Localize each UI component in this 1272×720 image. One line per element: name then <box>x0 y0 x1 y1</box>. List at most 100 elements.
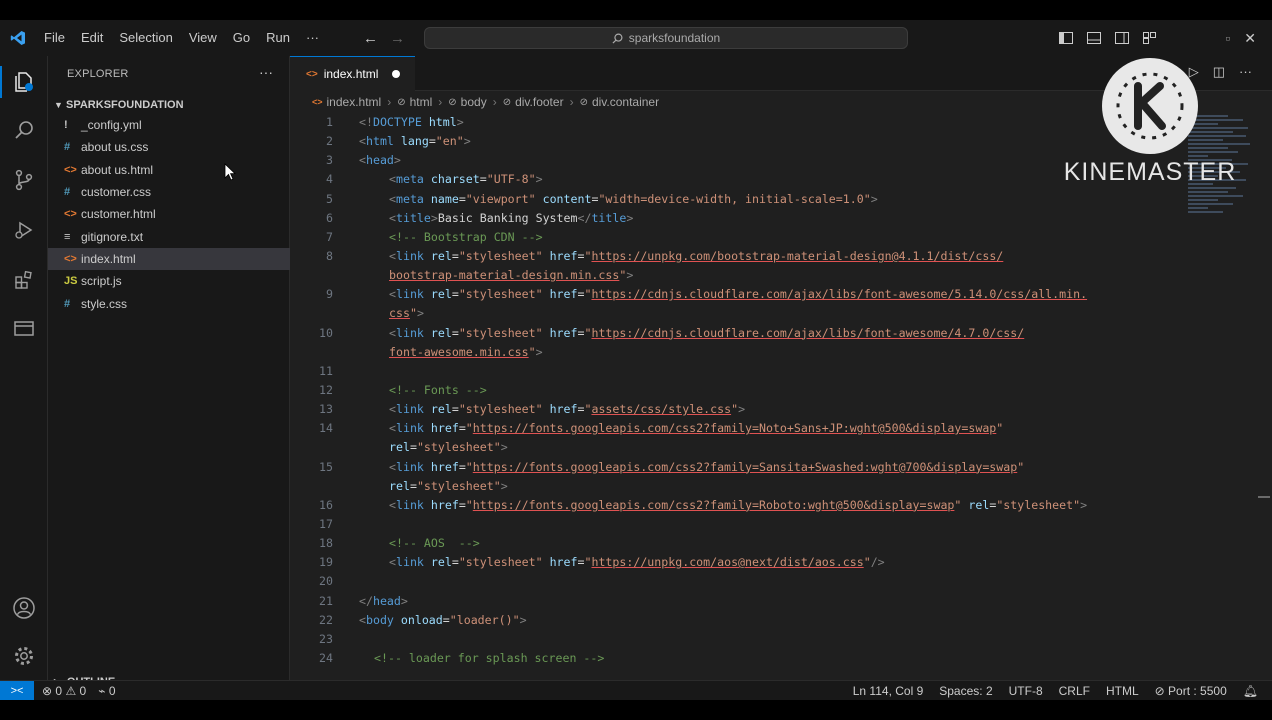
code-line[interactable]: 8 <link rel="stylesheet" href="https://un… <box>290 247 1190 266</box>
remote-indicator-icon[interactable]: >< <box>0 680 34 700</box>
problems-indicator[interactable]: ⊗ 0 ⚠ 0 <box>42 684 86 698</box>
run-debug-icon[interactable] <box>10 216 38 244</box>
toggle-secondary-sidebar-icon[interactable] <box>1115 32 1130 44</box>
breadcrumb-file[interactable]: index.html <box>327 95 382 109</box>
file-item[interactable]: ≡ gitignore.txt <box>48 225 290 247</box>
accounts-icon[interactable] <box>10 594 38 622</box>
code-token[interactable]: https://fonts.googleapis.com/css2?family… <box>473 498 955 512</box>
file-item[interactable]: # customer.css <box>48 181 290 203</box>
code-line[interactable]: 13 <link rel="stylesheet" href="assets/cs… <box>290 400 1190 419</box>
file-item[interactable]: <> index.html <box>48 247 290 271</box>
ports-indicator[interactable]: ⌁ 0 <box>98 684 115 698</box>
live-server-port[interactable]: ⊘ Port : 5500 <box>1155 684 1227 698</box>
file-item[interactable]: # style.css <box>48 292 290 314</box>
scrollbar-marker[interactable] <box>1258 496 1270 498</box>
code-token[interactable]: assets/css/style.css <box>591 402 731 416</box>
menu-run[interactable]: Run <box>258 20 298 56</box>
explorer-icon[interactable] <box>0 66 38 98</box>
end-of-line[interactable]: CRLF <box>1059 684 1090 698</box>
menu-selection[interactable]: Selection <box>111 20 180 56</box>
breadcrumb-html[interactable]: html <box>410 95 433 109</box>
code-line[interactable]: 15 <link href="https://fonts.googleapis.c… <box>290 458 1190 477</box>
unsaved-dot-icon[interactable] <box>392 70 401 78</box>
code-line[interactable]: 3 <head> <box>290 151 1190 170</box>
menu-view[interactable]: View <box>181 20 225 56</box>
file-item[interactable]: ! _config.yml <box>48 114 290 136</box>
indentation[interactable]: Spaces: 2 <box>939 684 992 698</box>
code-line[interactable]: 16 <link href="https://fonts.googleapis.c… <box>290 496 1190 515</box>
code-line[interactable]: 21 </head> <box>290 592 1190 611</box>
code-token[interactable]: https://fonts.googleapis.com/css2?family… <box>473 460 1017 474</box>
toggle-sidebar-icon[interactable] <box>1059 32 1074 44</box>
code-line[interactable]: 23 <box>290 630 1190 649</box>
code-line[interactable]: bootstrap-material-design.min.css"> <box>290 266 1190 285</box>
breadcrumb-div-container[interactable]: div.container <box>592 95 659 109</box>
source-control-icon[interactable] <box>10 166 38 194</box>
search-icon[interactable] <box>10 116 38 144</box>
code-line[interactable]: 22 <body onload="loader()"> <box>290 611 1190 630</box>
code-token[interactable]: https://unpkg.com/bootstrap-material-des… <box>591 249 1003 263</box>
code-text: <meta charset="UTF-8"> <box>389 170 543 189</box>
toggle-panel-icon[interactable] <box>1087 32 1102 44</box>
menu-file[interactable]: File <box>36 20 73 56</box>
restore-button[interactable]: ▫ <box>1225 30 1230 46</box>
file-item[interactable]: <> customer.html <box>48 203 290 225</box>
forward-arrow-icon[interactable]: → <box>390 30 405 47</box>
menu-more[interactable]: ··· <box>298 20 327 56</box>
code-line[interactable]: 14 <link href="https://fonts.googleapis.c… <box>290 419 1190 438</box>
back-arrow-icon[interactable]: ← <box>363 30 378 47</box>
warning-icon: ⚠ <box>65 683 77 698</box>
code-token[interactable]: bootstrap-material-design.min.css <box>389 268 619 282</box>
code-line[interactable]: 18 <!-- AOS --> <box>290 534 1190 553</box>
code-line[interactable]: css"> <box>290 304 1190 323</box>
code-editor[interactable]: 1 <!DOCTYPE html> 2 <html lang="en"> 3 <head>… <box>290 113 1190 680</box>
code-line[interactable]: 9 <link rel="stylesheet" href="https://cd… <box>290 285 1190 304</box>
tab-index-html[interactable]: <> index.html <box>290 56 415 91</box>
code-token[interactable]: css <box>389 306 410 320</box>
close-window-icon[interactable]: ✕ <box>1244 30 1256 47</box>
code-token: Basic Banking System <box>437 210 578 225</box>
code-line[interactable]: font-awesome.min.css"> <box>290 343 1190 362</box>
code-token[interactable]: https://cdnjs.cloudflare.com/ajax/libs/f… <box>591 326 1024 340</box>
cursor-position[interactable]: Ln 114, Col 9 <box>853 684 924 698</box>
code-line[interactable]: 7 <!-- Bootstrap CDN --> <box>290 228 1190 247</box>
breadcrumb-div-footer[interactable]: div.footer <box>515 95 563 109</box>
code-line[interactable]: 4 <meta charset="UTF-8"> <box>290 170 1190 189</box>
code-line[interactable]: 17 <box>290 515 1190 534</box>
explorer-more-actions[interactable]: ··· <box>259 64 273 80</box>
code-token: href <box>549 287 578 302</box>
code-token[interactable]: https://cdnjs.cloudflare.com/ajax/libs/f… <box>591 287 1087 301</box>
workspace-folder[interactable]: ▼ SPARKSFOUNDATION <box>54 94 289 116</box>
notifications-bell-icon[interactable]: 🔔︎ <box>1243 684 1258 698</box>
manage-gear-icon[interactable] <box>10 642 38 670</box>
code-line[interactable]: 24 <!-- loader for splash screen --> <box>290 649 1190 668</box>
menu-go[interactable]: Go <box>225 20 258 56</box>
code-line[interactable]: 19 <link rel="stylesheet" href="https://u… <box>290 553 1190 572</box>
breadcrumb-body[interactable]: body <box>461 95 487 109</box>
code-line[interactable]: 5 <meta name="viewport" content="width=de… <box>290 190 1190 209</box>
code-line[interactable]: 10 <link rel="stylesheet" href="https://c… <box>290 324 1190 343</box>
menu-edit[interactable]: Edit <box>73 20 111 56</box>
file-item[interactable]: # about us.css <box>48 136 290 158</box>
extensions-icon[interactable] <box>10 266 38 294</box>
code-line[interactable]: 1 <!DOCTYPE html> <box>290 113 1190 132</box>
language-mode[interactable]: HTML <box>1106 684 1139 698</box>
code-line[interactable]: 20 <box>290 572 1190 591</box>
more-actions-icon[interactable]: ··· <box>1239 64 1252 80</box>
encoding[interactable]: UTF-8 <box>1009 684 1043 698</box>
code-token[interactable]: font-awesome.min.css <box>389 345 529 359</box>
code-token[interactable]: https://fonts.googleapis.com/css2?family… <box>473 421 997 435</box>
code-line[interactable]: 12 <!-- Fonts --> <box>290 381 1190 400</box>
command-center-search[interactable]: sparksfoundation <box>424 27 908 49</box>
code-line[interactable]: 6 <title>Basic Banking System</title> <box>290 209 1190 228</box>
code-line[interactable]: 2 <html lang="en"> <box>290 132 1190 151</box>
remote-explorer-icon[interactable] <box>10 314 38 342</box>
code-line[interactable]: rel="stylesheet"> <box>290 477 1190 496</box>
code-line[interactable]: rel="stylesheet"> <box>290 438 1190 457</box>
customize-layout-icon[interactable] <box>1143 32 1157 44</box>
code-line[interactable]: 11 <box>290 362 1190 381</box>
file-item[interactable]: JS script.js <box>48 270 290 292</box>
file-item[interactable]: <> about us.html <box>48 159 290 181</box>
code-token[interactable]: https://unpkg.com/aos@next/dist/aos.css <box>591 555 863 569</box>
